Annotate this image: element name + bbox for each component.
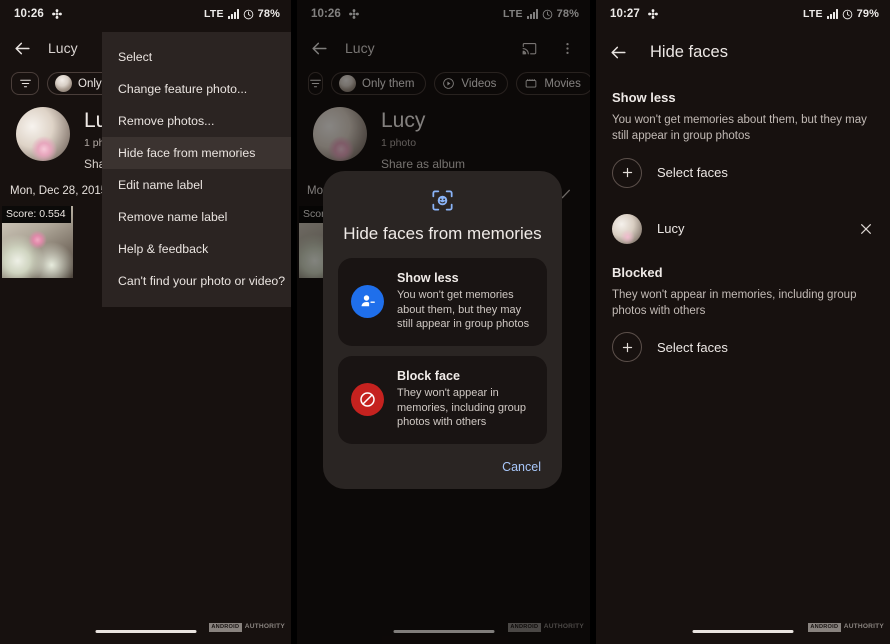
battery-saver-icon	[842, 9, 852, 19]
option-title: Block face	[397, 368, 460, 383]
watermark-box: ANDROID	[208, 623, 242, 632]
face-scan-icon	[432, 190, 453, 211]
block-icon-badge	[351, 382, 384, 416]
menu-item-remove-name-label[interactable]: Remove name label	[102, 201, 291, 233]
section-title: Show less	[612, 90, 676, 105]
face-name: Lucy	[657, 221, 685, 237]
battery-percent: 78%	[257, 8, 280, 20]
select-faces-label: Select faces	[657, 165, 728, 181]
dialog-option-show-less[interactable]: Show less You won't get memories about t…	[338, 258, 547, 346]
status-left: 10:26	[14, 8, 63, 20]
section-title: Blocked	[612, 264, 663, 280]
section-blocked: Blocked They won't appear in memories, i…	[596, 265, 890, 376]
battery-saver-icon	[243, 9, 253, 19]
filter-chip-tune[interactable]	[11, 72, 39, 95]
plus-icon	[622, 342, 632, 352]
dialog-option-block-face[interactable]: Block face They won't appear in memories…	[338, 355, 547, 444]
watermark: ANDROID AUTHORITY	[208, 623, 285, 632]
section-show-less: Show less You won't get memories about t…	[596, 90, 890, 257]
close-icon[interactable]	[858, 221, 874, 237]
photo-tile[interactable]: Score: 0.554	[2, 206, 73, 279]
select-faces-row[interactable]: Select faces	[596, 319, 890, 375]
menu-item-remove-photos[interactable]: Remove photos...	[102, 105, 291, 137]
gesture-handle[interactable]	[95, 629, 196, 633]
status-left: 10:27	[610, 8, 659, 20]
option-text-wrap: Show less You won't get memories about t…	[397, 271, 533, 332]
person-avatar	[612, 213, 642, 244]
phone-screen-dialog: 10:26 LTE 78% Lucy Only them Videos Movi…	[297, 0, 590, 644]
section-description: They won't appear in memories, including…	[612, 288, 857, 317]
option-description: They won't appear in memories, including…	[397, 386, 527, 429]
person-avatar[interactable]	[16, 107, 70, 161]
menu-item-select[interactable]: Select	[102, 41, 291, 73]
face-avatar-icon	[55, 75, 72, 92]
status-clock: 10:27	[610, 8, 640, 20]
battery-percent: 79%	[856, 8, 879, 20]
dialog-title: Hide faces from memories	[343, 224, 542, 243]
select-faces-label: Select faces	[657, 339, 728, 355]
navigation-bar: ANDROID AUTHORITY	[596, 614, 890, 644]
status-bar: 10:26 LTE 78%	[0, 0, 291, 28]
status-bar: 10:27 LTE 79%	[596, 0, 890, 28]
app-bar: Hide faces	[596, 28, 890, 76]
hide-faces-dialog: Hide faces from memories Show less You w…	[323, 171, 562, 489]
menu-item-cant-find-photo[interactable]: Can't find your photo or video?	[102, 265, 291, 297]
section-description: You won't get memories about them, but t…	[612, 114, 867, 143]
option-text-wrap: Block face They won't appear in memories…	[397, 369, 533, 430]
menu-item-edit-name-label[interactable]: Edit name label	[102, 169, 291, 201]
option-description: You won't get memories about them, but t…	[397, 289, 530, 331]
face-entry-row[interactable]: Lucy	[596, 201, 890, 257]
menu-item-hide-face-from-memories[interactable]: Hide face from memories	[102, 137, 291, 169]
hide-faces-body: Show less You won't get memories about t…	[596, 76, 890, 375]
cancel-button[interactable]: Cancel	[502, 460, 541, 474]
score-badge: Score: 0.554	[2, 206, 71, 224]
menu-item-help-feedback[interactable]: Help & feedback	[102, 233, 291, 265]
option-title: Show less	[397, 271, 459, 285]
watermark-text: AUTHORITY	[244, 623, 285, 631]
back-arrow-icon[interactable]	[609, 43, 628, 62]
page-title: Hide faces	[650, 42, 728, 61]
watermark-text: AUTHORITY	[843, 623, 884, 631]
status-right: LTE 79%	[803, 8, 879, 20]
network-type: LTE	[803, 8, 823, 20]
dialog-header-icon-wrap	[338, 188, 547, 213]
menu-item-change-feature-photo[interactable]: Change feature photo...	[102, 73, 291, 105]
status-right: LTE 78%	[204, 8, 280, 20]
plus-icon	[622, 168, 632, 178]
signal-bars-icon	[227, 9, 239, 19]
navigation-bar: ANDROID AUTHORITY	[0, 614, 291, 644]
pinwheel-icon	[52, 9, 62, 19]
dialog-actions: Cancel	[338, 454, 547, 476]
phone-screen-menu: 10:26 LTE 78% Lucy Only 1 Share Mon, Dec…	[0, 0, 291, 644]
overflow-menu: Select Change feature photo... Remove ph…	[102, 32, 291, 307]
network-type: LTE	[204, 8, 224, 20]
page-title: Lucy	[48, 40, 78, 56]
signal-bars-icon	[826, 9, 838, 19]
plus-circle-icon	[612, 332, 642, 363]
back-arrow-icon[interactable]	[13, 39, 32, 58]
block-icon	[360, 392, 375, 407]
filter-tune-icon	[19, 79, 31, 88]
pinwheel-icon	[648, 9, 658, 19]
status-clock: 10:26	[14, 8, 44, 20]
select-faces-row[interactable]: Select faces	[596, 145, 890, 201]
person-minus-icon	[361, 295, 375, 307]
gesture-handle[interactable]	[692, 629, 794, 633]
watermark-box: ANDROID	[807, 623, 841, 632]
person-minus-icon-badge	[351, 284, 384, 318]
screenshot-stage: 10:26 LTE 78% Lucy Only 1 Share Mon, Dec…	[0, 0, 890, 644]
plus-circle-icon	[612, 157, 642, 188]
phone-screen-hide-faces: 10:27 LTE 79% Hide faces Show less You w…	[596, 0, 890, 644]
watermark: ANDROID AUTHORITY	[807, 623, 884, 632]
